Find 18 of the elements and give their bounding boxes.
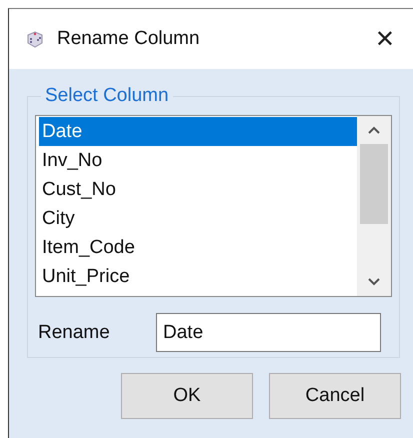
group-title: Select Column (44, 85, 170, 107)
scroll-down-icon[interactable] (368, 278, 380, 286)
window-title: Rename Column (57, 28, 201, 50)
list-item[interactable]: City (39, 204, 357, 233)
list-item[interactable]: Item_Code (39, 233, 357, 262)
ok-button[interactable]: OK (121, 373, 253, 419)
list-item[interactable]: Date (39, 117, 357, 146)
close-button[interactable]: ✕ (368, 25, 401, 53)
scroll-thumb[interactable] (360, 144, 388, 224)
list-item[interactable]: Cust_No (39, 175, 357, 204)
scroll-up-icon[interactable] (368, 126, 380, 134)
dice-icon (25, 29, 45, 49)
list-item[interactable]: Inv_No (39, 146, 357, 175)
rename-field[interactable]: Date (156, 313, 381, 352)
rename-label: Rename (38, 322, 111, 344)
scrollbar[interactable] (357, 116, 391, 296)
cancel-button[interactable]: Cancel (269, 373, 401, 419)
list-item[interactable]: Unit_Price (39, 262, 357, 291)
